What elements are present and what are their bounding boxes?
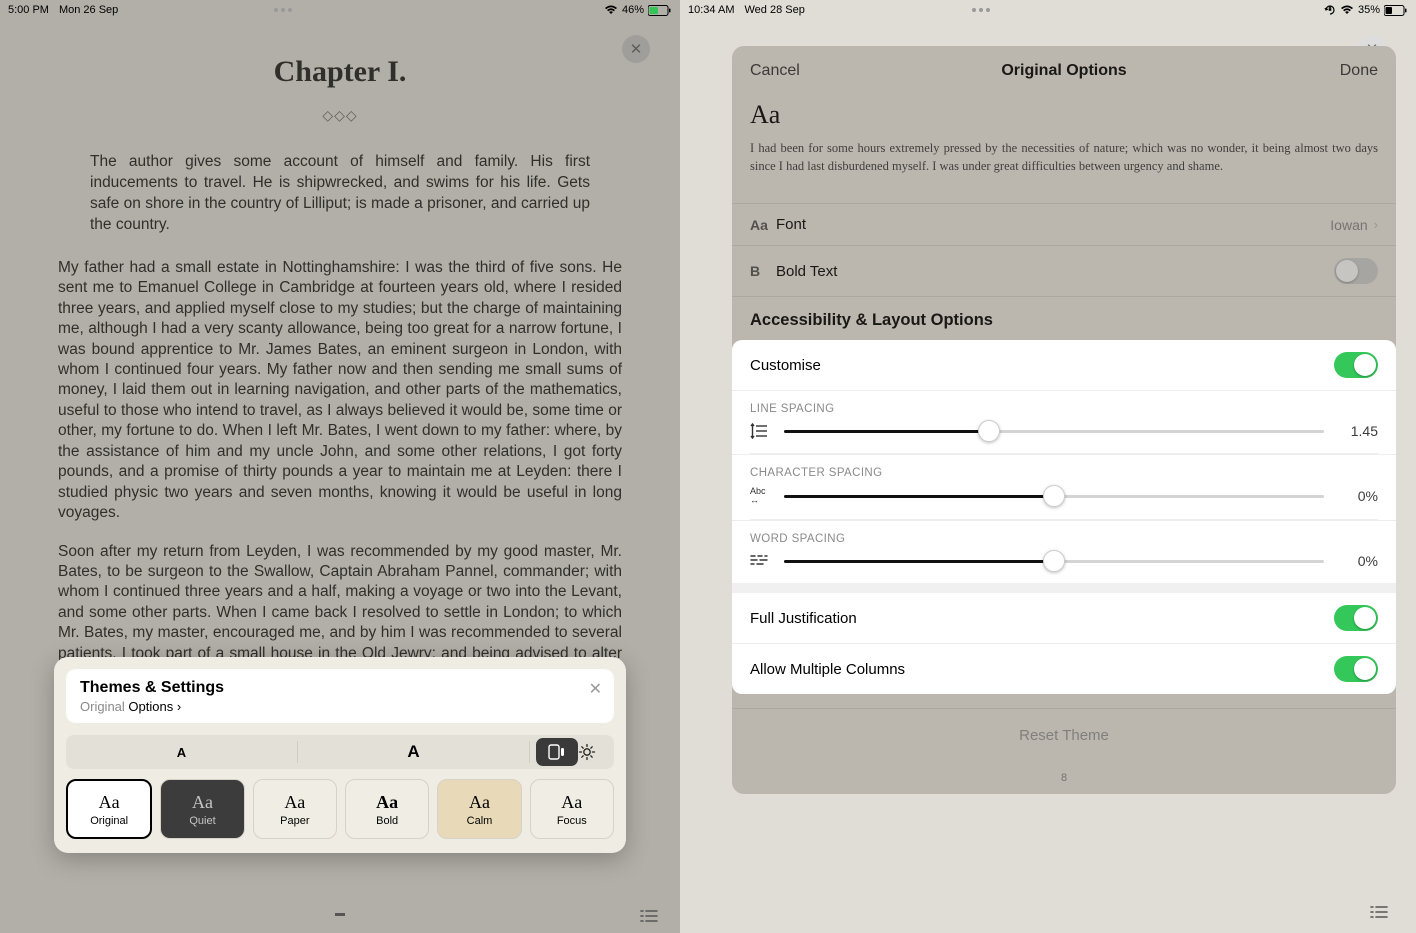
modal-title: Original Options	[732, 62, 1396, 80]
page-number: 8	[732, 762, 1396, 794]
font-row[interactable]: Aa Font Iowan ›	[732, 204, 1396, 246]
page-indicator: ▬	[335, 908, 345, 919]
chevron-right-icon: ›	[1374, 217, 1378, 232]
allow-multiple-columns-row: Allow Multiple Columns	[732, 644, 1396, 694]
battery-icon	[648, 5, 672, 16]
bold-label: Bold Text	[776, 263, 837, 280]
battery-percent: 35%	[1358, 4, 1380, 16]
paragraph: My father had a small estate in Nottingh…	[58, 258, 622, 524]
multitask-dots[interactable]	[274, 8, 292, 12]
theme-focus[interactable]: AaFocus	[530, 779, 614, 839]
orientation-lock-icon	[1324, 4, 1336, 16]
chapter-title: Chapter I.	[58, 55, 622, 89]
char-spacing-icon: Abc↔	[750, 487, 772, 505]
themes-popup: Themes & Settings Original Options › ✕ A…	[54, 657, 626, 853]
chapter-intro: The author gives some account of himself…	[58, 152, 622, 236]
theme-current: Original	[80, 699, 125, 714]
done-button[interactable]: Done	[1340, 62, 1378, 80]
multi-columns-label: Allow Multiple Columns	[750, 661, 905, 678]
close-button[interactable]: ✕	[622, 35, 650, 63]
themes-settings-button[interactable]: Themes & Settings Original Options › ✕	[66, 669, 614, 723]
wifi-icon	[604, 5, 618, 15]
text-size-increase[interactable]: A	[298, 742, 529, 762]
theme-quiet[interactable]: AaQuiet	[160, 779, 244, 839]
text-size-decrease[interactable]: A	[66, 745, 297, 760]
customise-row: Customise	[732, 340, 1396, 390]
reset-theme-button[interactable]: Reset Theme	[732, 708, 1396, 762]
menu-icon[interactable]	[1370, 905, 1388, 919]
word-spacing-icon	[750, 554, 772, 568]
line-spacing-icon	[750, 423, 772, 439]
font-label: Font	[776, 216, 806, 233]
ornament-icon: ◇◇◇	[58, 107, 622, 124]
line-spacing-track[interactable]	[784, 430, 1324, 433]
preview-aa-icon: Aa	[750, 100, 1378, 130]
status-date: Mon 26 Sep	[59, 4, 118, 16]
theme-calm[interactable]: AaCalm	[437, 779, 521, 839]
menu-icon[interactable]	[640, 909, 658, 923]
bold-b-icon: B	[750, 263, 776, 279]
customise-toggle[interactable]	[1334, 352, 1378, 378]
popup-title: Themes & Settings	[80, 679, 600, 697]
wifi-icon	[1340, 5, 1354, 15]
font-aa-icon: Aa	[750, 217, 776, 233]
full-justification-toggle[interactable]	[1334, 605, 1378, 631]
bold-text-toggle[interactable]	[1334, 258, 1378, 284]
line-spacing-slider: LINE SPACING 1.45	[732, 390, 1396, 453]
preview-text: I had been for some hours extremely pres…	[750, 140, 1378, 175]
theme-paper[interactable]: AaPaper	[253, 779, 337, 839]
popup-close-button[interactable]: ✕	[589, 679, 602, 699]
options-modal: Cancel Original Options Done Aa I had be…	[732, 46, 1396, 794]
multitask-dots[interactable]	[972, 8, 990, 12]
status-time: 10:34 AM	[688, 4, 734, 16]
theme-original[interactable]: AaOriginal	[66, 779, 152, 839]
status-date: Wed 28 Sep	[744, 4, 804, 16]
bold-text-row[interactable]: B Bold Text	[732, 246, 1396, 297]
font-value: Iowan	[1330, 217, 1367, 233]
cancel-button[interactable]: Cancel	[750, 62, 800, 80]
customise-label: Customise	[750, 357, 821, 374]
full-justification-row: Full Justification	[732, 593, 1396, 644]
battery-percent: 46%	[622, 4, 644, 16]
full-justification-label: Full Justification	[750, 610, 857, 627]
character-spacing-slider: CHARACTER SPACING Abc↔ 0%	[732, 454, 1396, 519]
word-spacing-slider: WORD SPACING 0%	[732, 520, 1396, 583]
accessibility-section-header: Accessibility & Layout Options	[732, 297, 1396, 340]
status-bar-right: 10:34 AM Wed 28 Sep 35%	[680, 0, 1416, 20]
status-bar-left: 5:00 PM Mon 26 Sep 46%	[0, 0, 680, 20]
battery-icon	[1384, 5, 1408, 16]
theme-bold[interactable]: AaBold	[345, 779, 429, 839]
char-spacing-track[interactable]	[784, 495, 1324, 498]
word-spacing-track[interactable]	[784, 560, 1324, 563]
scroll-mode-button[interactable]	[536, 738, 578, 766]
multi-columns-toggle[interactable]	[1334, 656, 1378, 682]
brightness-button[interactable]	[578, 743, 614, 761]
status-time: 5:00 PM	[8, 4, 49, 16]
preview-area: Aa I had been for some hours extremely p…	[732, 94, 1396, 203]
options-link[interactable]: Options ›	[128, 699, 181, 714]
